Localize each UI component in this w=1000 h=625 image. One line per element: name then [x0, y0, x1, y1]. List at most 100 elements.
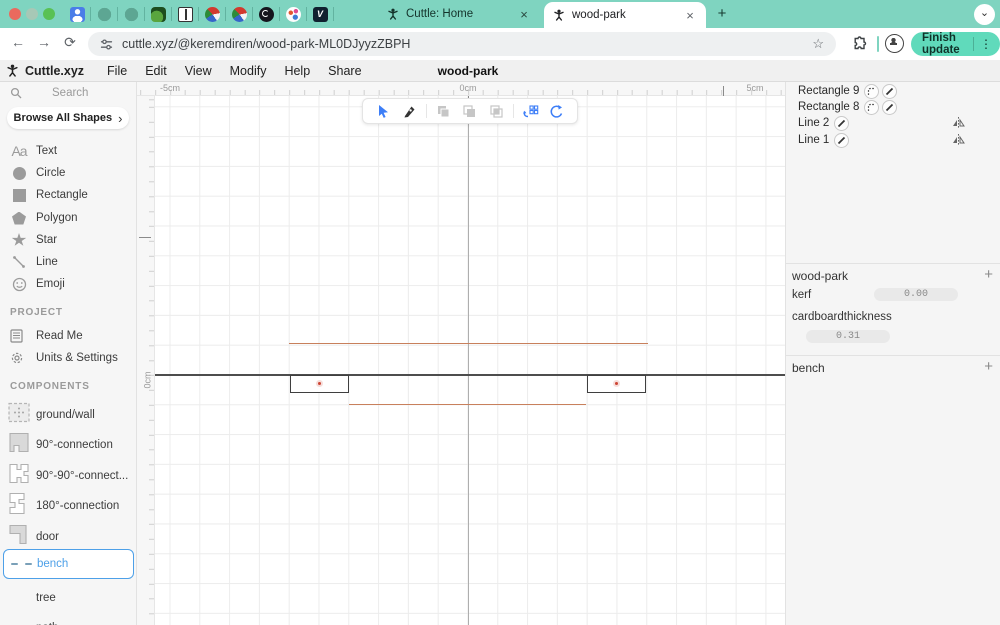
add-parameter-button[interactable]: +: [984, 358, 993, 375]
component-item-90-connection[interactable]: 90°-connection: [0, 430, 136, 460]
window-minimize-button[interactable]: [26, 8, 38, 20]
shape-item-text[interactable]: Aa Text: [0, 140, 136, 162]
sidebar-item-units-settings[interactable]: Units & Settings: [0, 347, 136, 369]
menu-modify[interactable]: Modify: [221, 64, 276, 78]
boolean-intersect-button[interactable]: [486, 101, 506, 121]
project-parameters-section: wood-park + kerf 0.00 cardboardthickness…: [786, 263, 1000, 355]
browser-window: V Cuttle: Home × wood-park × + ⌄ ← → ⟳ c…: [0, 0, 1000, 625]
project-section-title: wood-park: [792, 269, 849, 283]
design-canvas[interactable]: [155, 96, 785, 625]
add-parameter-button[interactable]: +: [984, 266, 993, 283]
stroke-style-button[interactable]: [834, 132, 850, 148]
brand-label: Cuttle.xyz: [25, 63, 85, 78]
pinned-tab-pinwheel-1[interactable]: [199, 0, 225, 28]
pinned-tab-faded-1[interactable]: [91, 0, 117, 28]
search-field[interactable]: Search: [0, 82, 136, 104]
pinned-tab-faded-2[interactable]: [118, 0, 144, 28]
ruler-label: 0cm: [459, 83, 477, 93]
layer-row[interactable]: Line 2: [786, 115, 1000, 131]
pinned-tab-plant[interactable]: [145, 0, 171, 28]
plant-icon: [150, 6, 166, 22]
tab-wood-park[interactable]: wood-park ×: [544, 2, 706, 28]
shapes-sidebar: Search Browse All Shapes › Aa Text Circl…: [0, 82, 137, 625]
window-close-button[interactable]: [9, 8, 21, 20]
menu-edit[interactable]: Edit: [136, 64, 176, 78]
pinned-tab-v[interactable]: V: [307, 0, 333, 28]
browse-all-label: Browse All Shapes: [13, 112, 113, 124]
tab-close-icon[interactable]: ×: [517, 7, 531, 22]
menu-file[interactable]: File: [98, 64, 136, 78]
mirror-modifier-icon[interactable]: [952, 133, 965, 151]
bench-top-line-shape[interactable]: [289, 343, 648, 345]
shape-item-rectangle[interactable]: Rectangle: [0, 184, 136, 206]
back-icon[interactable]: ←: [8, 34, 28, 50]
menu-help[interactable]: Help: [275, 64, 319, 78]
stroke-style-button[interactable]: [882, 99, 898, 115]
layer-row[interactable]: Rectangle 9: [786, 83, 1000, 99]
corner-modifier-button[interactable]: [864, 83, 880, 99]
url-text: cuttle.xyz/@keremdiren/wood-park-ML0DJyy…: [122, 37, 411, 51]
new-tab-button[interactable]: +: [712, 4, 732, 24]
ground-wall-thumbnail: [8, 402, 30, 428]
tab-search-button[interactable]: ⌄: [974, 4, 995, 25]
kerf-value-field[interactable]: 0.00: [874, 288, 958, 301]
bench-leg-rectangle[interactable]: [290, 374, 349, 393]
pinned-tab-contacts[interactable]: [64, 0, 90, 28]
site-settings-icon[interactable]: [100, 38, 113, 51]
emoji-icon: [8, 273, 30, 295]
boolean-subtract-button[interactable]: [460, 101, 480, 121]
tab-label: Cuttle: Home: [406, 8, 474, 20]
browse-all-shapes-button[interactable]: Browse All Shapes ›: [7, 107, 129, 129]
shape-item-emoji[interactable]: Emoji: [0, 273, 136, 295]
tab-cuttle-home[interactable]: Cuttle: Home ×: [378, 0, 540, 28]
layer-row[interactable]: Line 1: [786, 132, 1000, 148]
ruler-ticks: [149, 96, 154, 625]
kebab-menu-icon[interactable]: ⋮: [973, 37, 992, 51]
reload-icon[interactable]: ⟳: [60, 34, 80, 51]
address-bar[interactable]: cuttle.xyz/@keremdiren/wood-park-ML0DJyy…: [88, 32, 836, 56]
pinned-tab-book[interactable]: [172, 0, 198, 28]
tab-close-icon[interactable]: ×: [683, 8, 697, 23]
menu-share[interactable]: Share: [319, 64, 370, 78]
stroke-style-button[interactable]: [834, 115, 850, 131]
extensions-icon[interactable]: [852, 36, 868, 52]
component-item-180-connection[interactable]: 180°-connection: [0, 491, 136, 521]
param-name: kerf: [792, 289, 812, 301]
repeat-modifier-button[interactable]: [520, 101, 540, 121]
bench-parameters-section: bench +: [786, 355, 1000, 385]
bench-bottom-line-shape[interactable]: [349, 404, 586, 406]
pinned-tab-dark[interactable]: [253, 0, 279, 28]
sidebar-item-read-me[interactable]: Read Me: [0, 325, 136, 347]
component-item-path[interactable]: path: [0, 613, 136, 625]
stroke-style-button[interactable]: [882, 83, 898, 99]
rotate-modifier-button[interactable]: [547, 101, 567, 121]
window-zoom-button[interactable]: [43, 8, 55, 20]
component-item-door[interactable]: door: [0, 522, 136, 552]
bookmark-star-icon[interactable]: ☆: [812, 36, 824, 52]
toolbar-separator: [512, 104, 514, 118]
pinned-tab-pinwheel-2[interactable]: [226, 0, 252, 28]
shape-item-star[interactable]: Star: [0, 229, 136, 251]
cuttle-brand[interactable]: Cuttle.xyz: [6, 64, 84, 78]
profile-avatar-icon[interactable]: [885, 34, 904, 53]
bench-leg-rectangle[interactable]: [587, 374, 646, 393]
forward-icon[interactable]: →: [34, 34, 54, 50]
shape-item-circle[interactable]: Circle: [0, 162, 136, 184]
layer-row[interactable]: Rectangle 8: [786, 99, 1000, 115]
component-item-90-90-connection[interactable]: 90°-90°-connect...: [0, 461, 136, 491]
book-icon: [177, 6, 193, 22]
shape-item-polygon[interactable]: Polygon: [0, 207, 136, 229]
ground-line-shape[interactable]: [155, 374, 785, 376]
cardboardthickness-value-field[interactable]: 0.31: [806, 330, 890, 343]
pen-tool-button[interactable]: [400, 101, 420, 121]
select-tool-button[interactable]: [373, 101, 393, 121]
corner-modifier-button[interactable]: [864, 99, 880, 115]
component-item-bench-selected[interactable]: bench: [3, 549, 134, 579]
component-item-ground-wall[interactable]: ground/wall: [0, 400, 136, 430]
boolean-union-button[interactable]: [434, 101, 454, 121]
shape-item-line[interactable]: Line: [0, 251, 136, 273]
component-item-tree[interactable]: tree: [0, 583, 136, 613]
menu-view[interactable]: View: [176, 64, 221, 78]
finish-update-button[interactable]: Finish update ⋮: [911, 32, 1000, 56]
pinned-tab-confetti[interactable]: [280, 0, 306, 28]
